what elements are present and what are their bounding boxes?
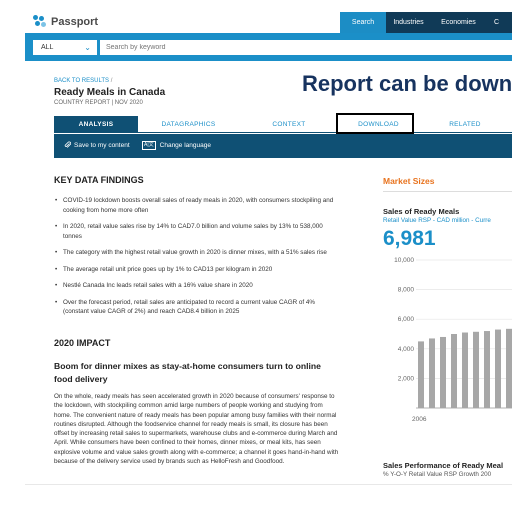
list-item: The category with the highest retail val…	[54, 248, 336, 258]
nav-economies[interactable]: Economies	[431, 12, 486, 33]
sales-chart-subtitle: Retail Value RSP - CAD million - Curre	[383, 217, 491, 224]
back-to-results-link[interactable]: BACK TO RESULTS	[54, 78, 109, 84]
chart-bar[interactable]	[484, 331, 490, 408]
top-bar: Passport Search Industries Economies C	[25, 12, 512, 33]
y-tick-label: 8,000	[398, 287, 415, 294]
key-findings-list: COVID-19 lockdown boosts overall sales o…	[54, 196, 336, 324]
action-bar: Save to my content A|文 Change language	[54, 134, 512, 158]
sales-big-value: 6,981	[383, 227, 436, 250]
change-language-button[interactable]: A|文 Change language	[142, 134, 211, 158]
save-label: Save to my content	[74, 142, 130, 149]
breadcrumb-separator: /	[110, 78, 113, 84]
change-language-label: Change language	[159, 142, 211, 149]
chart-bar[interactable]	[462, 332, 468, 408]
logo-text: Passport	[51, 16, 99, 28]
tab-analysis[interactable]: ANALYSIS	[54, 116, 138, 133]
search-scope-select[interactable]: ALL ⌄	[33, 40, 97, 55]
performance-chart-title: Sales Performance of Ready Meal	[383, 461, 504, 470]
tab-datagraphics[interactable]: DATAGRAPHICS	[138, 116, 239, 133]
performance-chart-subtitle: % Y-O-Y Retail Value RSP Growth 200	[383, 471, 492, 478]
y-tick-label: 2,000	[398, 375, 415, 382]
breadcrumb: BACK TO RESULTS /	[54, 78, 112, 84]
divider	[25, 484, 512, 485]
save-to-my-content-button[interactable]: Save to my content	[64, 134, 130, 158]
chart-bar[interactable]	[429, 338, 435, 408]
impact-paragraph: On the whole, ready meals has seen accel…	[54, 393, 339, 466]
nav-more[interactable]: C	[486, 12, 512, 33]
report-subtitle: COUNTRY REPORT | NOV 2020	[54, 100, 143, 106]
sales-chart-title: Sales of Ready Meals	[383, 207, 460, 216]
divider	[383, 191, 512, 192]
download-highlight-box	[336, 113, 414, 134]
top-nav: Search Industries Economies C	[340, 12, 512, 33]
key-findings-heading: KEY DATA FINDINGS	[54, 175, 144, 185]
impact-subheading: Boom for dinner mixes as stay-at-home co…	[54, 361, 321, 384]
logo-icon	[33, 15, 47, 29]
list-item: The average retail unit price goes up by…	[54, 265, 336, 275]
list-item: COVID-19 lockdown boosts overall sales o…	[54, 196, 336, 215]
overlay-caption: Report can be down	[302, 71, 512, 96]
paperclip-icon	[64, 141, 72, 149]
chart-bar[interactable]	[473, 331, 479, 408]
search-scope-value: ALL	[41, 44, 54, 51]
sales-bar-chart: 10,000 8,000 6,000 4,000 2,000 2006	[394, 257, 512, 423]
chevron-down-icon: ⌄	[84, 43, 91, 52]
market-sizes-heading: Market Sizes	[383, 176, 435, 186]
list-item: Nestlé Canada Inc leads retail sales wit…	[54, 281, 336, 291]
chart-bar[interactable]	[451, 334, 457, 408]
nav-search[interactable]: Search	[340, 12, 386, 33]
page-title: Ready Meals in Canada	[54, 87, 166, 98]
y-tick-label: 4,000	[398, 346, 415, 353]
chart-bar[interactable]	[418, 341, 424, 408]
x-tick-label: 2006	[412, 416, 427, 423]
language-icon: A|文	[142, 140, 156, 150]
tab-related[interactable]: RELATED	[418, 116, 512, 133]
list-item: In 2020, retail value sales rise by 14% …	[54, 222, 336, 241]
search-input[interactable]	[100, 40, 512, 55]
search-bar: ALL ⌄	[25, 33, 512, 61]
impact-heading: 2020 IMPACT	[54, 338, 111, 348]
y-tick-label: 6,000	[398, 316, 415, 323]
report-tabs: ANALYSIS DATAGRAPHICS CONTEXT DOWNLOAD R…	[54, 116, 512, 133]
chart-bar[interactable]	[440, 336, 446, 408]
chart-bar[interactable]	[506, 328, 512, 408]
tab-context[interactable]: CONTEXT	[239, 116, 339, 133]
list-item: Over the forecast period, retail sales a…	[54, 298, 336, 317]
passport-logo[interactable]: Passport	[33, 15, 98, 29]
nav-industries[interactable]: Industries	[386, 12, 431, 33]
chart-bar[interactable]	[495, 329, 501, 408]
y-tick-label: 10,000	[394, 257, 414, 264]
